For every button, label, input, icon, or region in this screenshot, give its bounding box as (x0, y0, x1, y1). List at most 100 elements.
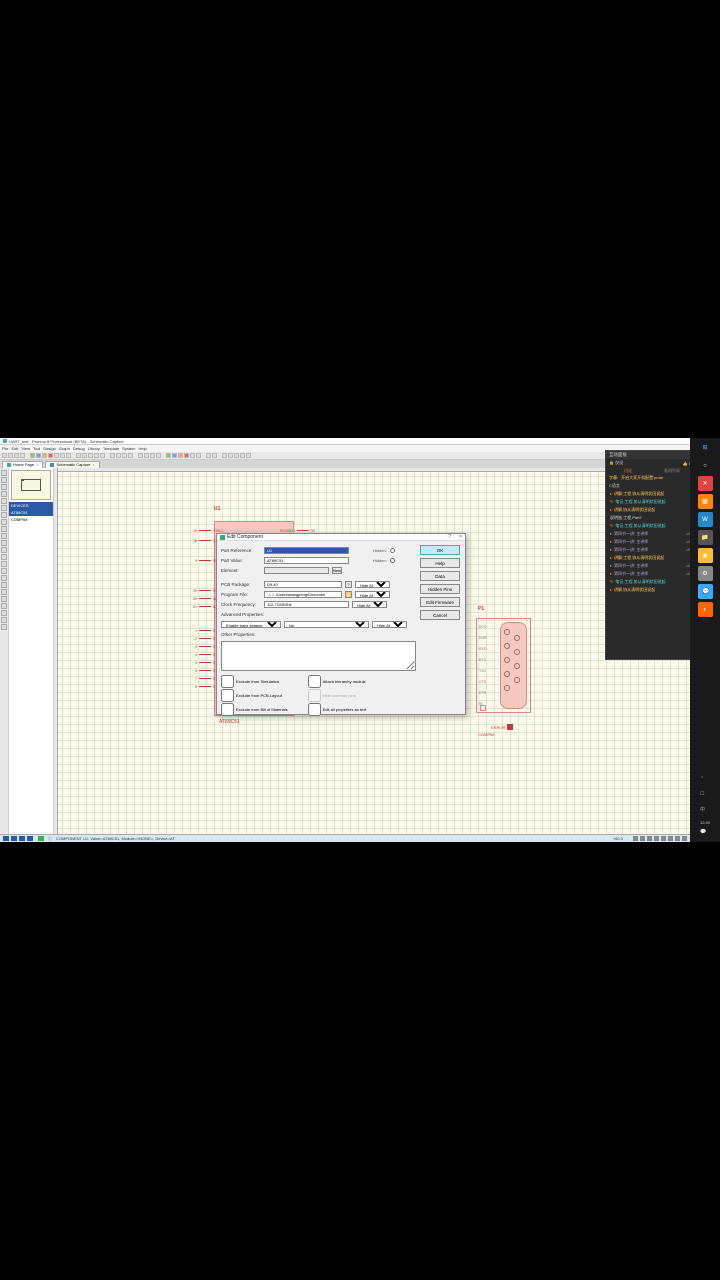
fp-item[interactable]: ▸讲解:工程,协从清明状田说起 (606, 490, 694, 498)
lt-circle[interactable] (1, 589, 7, 595)
tb-wire[interactable] (206, 453, 211, 458)
lt-graph[interactable] (1, 533, 7, 539)
tb-bus[interactable] (212, 453, 217, 458)
menu-help[interactable]: Help (139, 446, 147, 451)
ok-button[interactable]: OK (420, 545, 460, 555)
tb-zoom-in[interactable] (116, 453, 121, 458)
dialog-help-icon[interactable]: ? (448, 534, 451, 540)
fp-item[interactable]: ▸第四节一讲: 主讲师x6 (606, 570, 694, 578)
wtb-start[interactable]: ⊞ (698, 440, 713, 455)
trace-select[interactable]: Enable trace logging (221, 621, 281, 628)
sim-step[interactable] (11, 836, 17, 841)
menu-template[interactable]: Template (103, 446, 119, 451)
menu-file[interactable]: File (2, 446, 8, 451)
exclude-sim-check[interactable]: Exclude from Simulation (221, 675, 288, 688)
sim-msg-icon[interactable] (38, 836, 44, 841)
st-icon5[interactable] (661, 836, 666, 841)
fp-item[interactable]: ▸讲解,协从清明状田说起 (606, 586, 694, 594)
tab-home-close[interactable]: × (36, 462, 38, 467)
sim-play[interactable] (3, 836, 9, 841)
tb-bom[interactable] (60, 453, 65, 458)
ref-hidden-check[interactable] (390, 548, 395, 553)
lt-box[interactable] (1, 582, 7, 588)
edit-firmware-button[interactable]: Edit Firmware (420, 597, 460, 607)
tb-schematic[interactable] (36, 453, 41, 458)
dialog-titlebar[interactable]: Edit Component ? × (217, 534, 465, 541)
tb-rot-cw[interactable] (222, 453, 227, 458)
tb-mirror-h[interactable] (234, 453, 239, 458)
tb-pcb[interactable] (42, 453, 47, 458)
exclude-pcb-check[interactable]: Exclude from PCB Layout (221, 689, 288, 702)
fp-item[interactable]: ▸讲解:工程,协从清明状田说起 (606, 554, 694, 562)
ref-input[interactable] (264, 547, 349, 554)
tb-prop[interactable] (246, 453, 251, 458)
freq-hide-select[interactable]: Hide All (352, 601, 387, 608)
device-compim[interactable]: COMPIM (9, 516, 53, 523)
menu-graph[interactable]: Graph (59, 446, 70, 451)
st-icon3[interactable] (647, 836, 652, 841)
menu-tool[interactable]: Tool (33, 446, 40, 451)
lt-terminal[interactable] (1, 519, 7, 525)
wtb-app6[interactable]: ⚙ (698, 566, 713, 581)
freq-input[interactable] (264, 601, 349, 608)
trace-hide-select[interactable]: Hide All (372, 621, 407, 628)
lt-instrument[interactable] (1, 568, 7, 574)
tb-extra1[interactable] (190, 453, 195, 458)
lt-text2d[interactable] (1, 610, 7, 616)
menu-design[interactable]: Design (43, 446, 55, 451)
lt-component[interactable] (1, 477, 7, 483)
tb-step[interactable] (172, 453, 177, 458)
wtb-ime[interactable]: 中 (700, 806, 710, 816)
wtb-app1[interactable]: ✕ (698, 476, 713, 491)
tb-zoom-out[interactable] (122, 453, 127, 458)
wtb-app2[interactable]: ▦ (698, 494, 713, 509)
trace-value-select[interactable]: No (284, 621, 369, 628)
pkg-hide-select[interactable]: Hide All (355, 581, 390, 588)
val-hidden-check[interactable] (390, 558, 395, 563)
help-button[interactable]: Help (420, 558, 460, 568)
wtb-tray2[interactable]: ☐ (700, 791, 710, 801)
lt-generator[interactable] (1, 547, 7, 553)
lt-path[interactable] (1, 603, 7, 609)
tb-paste[interactable] (100, 453, 105, 458)
st-icon1[interactable] (633, 836, 638, 841)
prog-input[interactable] (264, 591, 342, 598)
exclude-bom-check[interactable]: Exclude from Bill of Materials (221, 703, 288, 716)
val-input[interactable] (264, 557, 349, 564)
tb-cut[interactable] (88, 453, 93, 458)
component-p1[interactable]: P1 DCD DSR RXD RTS TXD CTS DTR RI (476, 613, 531, 723)
prog-hide-select[interactable]: Hide All (355, 591, 390, 598)
tb-zoom-area[interactable] (128, 453, 133, 458)
tb-3d[interactable] (48, 453, 53, 458)
wtb-search[interactable]: ○ (698, 458, 713, 473)
edit-all-check[interactable]: Edit all properties as text (308, 703, 367, 716)
lt-text[interactable] (1, 498, 7, 504)
st-icon8[interactable] (682, 836, 687, 841)
lt-label[interactable] (1, 491, 7, 497)
fp-item[interactable]: ▸第四节一讲: 主讲师x5 (606, 546, 694, 554)
lt-line[interactable] (1, 575, 7, 581)
wtb-notif[interactable]: 💬 (700, 829, 710, 839)
wtb-clock[interactable]: 12:40 (700, 820, 710, 825)
st-icon4[interactable] (654, 836, 659, 841)
fp-item[interactable]: 说明皆:工程,Part7 (606, 514, 694, 522)
new-element-button[interactable]: New (332, 567, 342, 574)
tb-copy[interactable] (94, 453, 99, 458)
sim-stop[interactable] (27, 836, 33, 841)
cancel-button[interactable]: Cancel (420, 610, 460, 620)
lt-probe-v[interactable] (1, 554, 7, 560)
lt-junction[interactable] (1, 484, 7, 490)
wtb-app5[interactable]: ◉ (698, 548, 713, 563)
tb-rot-ccw[interactable] (228, 453, 233, 458)
tb-close[interactable] (20, 453, 25, 458)
tb-zoom-fit[interactable] (110, 453, 115, 458)
device-at89c51[interactable]: AT89C51 (9, 509, 53, 516)
fp-item[interactable]: ✎笔记:工程,协从清明状田说起 (606, 578, 694, 586)
prog-browse-button[interactable]: 📁 (345, 591, 352, 598)
hidden-pins-button[interactable]: Hidden Pins (420, 584, 460, 594)
sim-pause[interactable] (19, 836, 25, 841)
menu-system[interactable]: System (122, 446, 135, 451)
lt-marker[interactable] (1, 624, 7, 630)
lt-pin[interactable] (1, 526, 7, 532)
tb-home[interactable] (30, 453, 35, 458)
